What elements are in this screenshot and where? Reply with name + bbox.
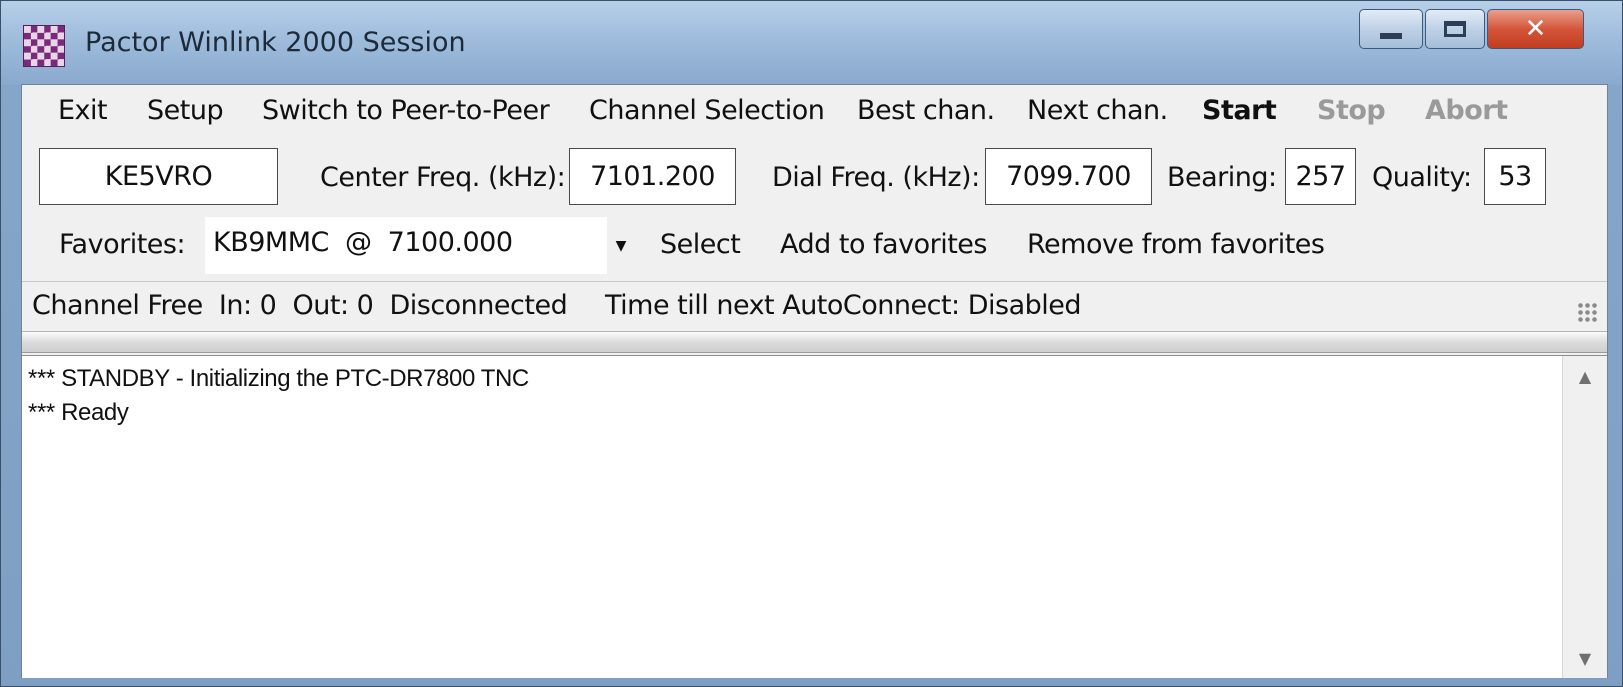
center-freq-label: Center Freq. (kHz): [320, 162, 566, 193]
menu-bar: Exit Setup Switch to Peer-to-Peer Channe… [22, 95, 1607, 135]
resize-grip-icon[interactable] [1577, 302, 1599, 324]
center-freq-field[interactable]: 7101.200 [569, 148, 736, 205]
scroll-down-icon[interactable]: ▼ [1563, 638, 1607, 678]
log-line: *** Ready [28, 399, 129, 426]
menu-setup[interactable]: Setup [147, 95, 224, 126]
close-icon: ✕ [1524, 14, 1547, 44]
dial-freq-field[interactable]: 7099.700 [985, 148, 1152, 205]
favorites-row: Favorites: KB9MMC @ 7100.000 ▼ Select Ad… [22, 217, 1607, 277]
menu-stop: Stop [1317, 95, 1386, 126]
callsign-field[interactable]: KE5VRO [39, 148, 278, 205]
maximize-button[interactable] [1425, 9, 1485, 49]
favorites-label: Favorites: [59, 229, 186, 260]
dial-freq-label: Dial Freq. (kHz): [772, 162, 980, 193]
window-title: Pactor Winlink 2000 Session [85, 27, 466, 58]
client-area: Exit Setup Switch to Peer-to-Peer Channe… [21, 84, 1608, 678]
menu-start[interactable]: Start [1202, 95, 1277, 126]
connection-status: Channel Free In: 0 Out: 0 Disconnected [32, 290, 568, 321]
menu-channel-selection[interactable]: Channel Selection [589, 95, 825, 126]
status-bar: Channel Free In: 0 Out: 0 Disconnected T… [22, 281, 1607, 330]
checkered-app-icon[interactable] [23, 25, 65, 67]
session-log[interactable]: *** STANDBY - Initializing the PTC-DR780… [22, 355, 1607, 678]
close-button[interactable]: ✕ [1487, 9, 1584, 49]
pane-splitter[interactable] [22, 331, 1607, 353]
log-scrollbar[interactable]: ▲ ▼ [1562, 356, 1607, 678]
minimize-button[interactable] [1359, 9, 1423, 49]
autoconnect-status: Time till next AutoConnect: Disabled [605, 290, 1082, 321]
log-line: *** STANDBY - Initializing the PTC-DR780… [28, 365, 529, 392]
bearing-label: Bearing: [1167, 162, 1277, 193]
quality-field[interactable]: 53 [1484, 148, 1546, 205]
frequency-row: KE5VRO Center Freq. (kHz): 7101.200 Dial… [22, 148, 1607, 208]
menu-best-chan[interactable]: Best chan. [857, 95, 995, 126]
remove-from-favorites-button[interactable]: Remove from favorites [1027, 229, 1325, 260]
minimize-icon [1380, 33, 1402, 39]
menu-next-chan[interactable]: Next chan. [1027, 95, 1168, 126]
menu-abort: Abort [1425, 95, 1508, 126]
menu-exit[interactable]: Exit [58, 95, 108, 126]
favorites-selected-value: KB9MMC @ 7100.000 [213, 227, 513, 258]
maximize-icon [1444, 21, 1466, 37]
select-favorite-button[interactable]: Select [660, 229, 741, 260]
chevron-down-icon[interactable]: ▼ [607, 217, 635, 274]
quality-label: Quality: [1372, 162, 1472, 193]
title-bar[interactable]: Pactor Winlink 2000 Session ✕ [1, 1, 1622, 85]
bearing-field[interactable]: 257 [1285, 148, 1356, 205]
menu-switch-peer-to-peer[interactable]: Switch to Peer-to-Peer [262, 95, 550, 126]
add-to-favorites-button[interactable]: Add to favorites [780, 229, 987, 260]
scroll-up-icon[interactable]: ▲ [1563, 356, 1607, 396]
favorites-dropdown[interactable]: KB9MMC @ 7100.000 ▼ [205, 217, 635, 274]
